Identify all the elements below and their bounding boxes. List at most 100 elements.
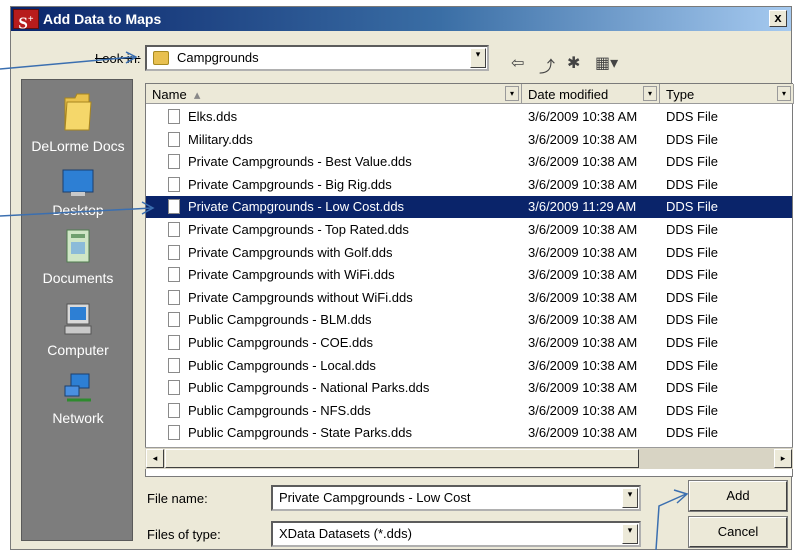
file-row[interactable]: Public Campgrounds - COE.dds 3/6/2009 10:… xyxy=(146,332,792,354)
file-row[interactable]: Public Campgrounds - National Parks.dds 3… xyxy=(146,377,792,399)
file-date: 3/6/2009 10:38 AM xyxy=(528,289,638,305)
file-name-input[interactable]: Private Campgrounds - Low Cost ▾ xyxy=(271,485,641,511)
folder-icon xyxy=(64,93,92,131)
place-documents[interactable]: Documents xyxy=(22,226,134,286)
file-name-label: File name: xyxy=(147,491,208,506)
place-desktop[interactable]: Desktop xyxy=(22,168,134,218)
column-header-name[interactable]: Name ▴ ▾ xyxy=(146,84,522,104)
file-icon xyxy=(168,222,180,237)
file-row[interactable]: Private Campgrounds with Golf.dds 3/6/200… xyxy=(146,242,792,264)
sort-ascending-icon: ▴ xyxy=(193,87,201,102)
file-row[interactable]: Public Campgrounds - NFS.dds 3/6/2009 10:… xyxy=(146,400,792,422)
file-icon xyxy=(168,357,180,373)
file-row[interactable]: Elks.dds 3/6/2009 10:38 AM DDS File xyxy=(146,106,792,128)
file-name: Private Campgrounds without WiFi.dds xyxy=(188,289,413,305)
views-menu-icon[interactable]: ▦▾ xyxy=(595,53,618,73)
folder-icon xyxy=(153,51,169,65)
chevron-down-icon[interactable]: ▾ xyxy=(622,488,638,508)
file-row[interactable]: Private Campgrounds with WiFi.dds 3/6/200… xyxy=(146,264,792,286)
file-row[interactable]: Private Campgrounds - Big Rig.dds 3/6/200… xyxy=(146,174,792,196)
file-type: DDS File xyxy=(666,154,719,170)
place-network[interactable]: Network xyxy=(22,372,134,426)
places-bar: DeLorme Docs Desktop Documents Computer … xyxy=(21,79,133,541)
scroll-thumb[interactable] xyxy=(165,449,639,468)
place-delorme-docs[interactable]: DeLorme Docs xyxy=(22,90,134,154)
cancel-button[interactable]: Cancel xyxy=(688,516,788,548)
computer-icon xyxy=(64,303,92,335)
file-type: DDS File xyxy=(666,109,719,124)
add-button[interactable]: Add xyxy=(688,480,788,512)
file-icon xyxy=(168,380,180,396)
file-row[interactable]: Military.dds 3/6/2009 10:38 AM DDS File xyxy=(146,129,792,151)
file-type: DDS File xyxy=(666,244,719,260)
file-type: DDS File xyxy=(666,289,719,305)
file-date: 3/6/2009 10:38 AM xyxy=(528,425,638,441)
file-icon xyxy=(168,312,180,328)
file-name: Private Campgrounds with Golf.dds xyxy=(188,244,393,260)
file-type: DDS File xyxy=(666,402,719,418)
file-type: DDS File xyxy=(666,425,719,441)
back-icon[interactable]: ⇦ xyxy=(511,53,524,73)
file-type-label: Files of type: xyxy=(147,527,221,542)
file-list[interactable]: Name ▴ ▾ Date modified ▾ Type ▾ Elks.dds… xyxy=(145,83,794,477)
chevron-down-icon[interactable]: ▾ xyxy=(643,86,657,101)
file-icon xyxy=(168,425,180,441)
look-in-value: Campgrounds xyxy=(177,50,259,65)
file-date: 3/6/2009 10:38 AM xyxy=(528,131,638,147)
scroll-right-button[interactable]: ▸ xyxy=(774,449,792,468)
file-row[interactable]: Private Campgrounds - Top Rated.dds 3/6/2… xyxy=(146,219,792,241)
file-date: 3/6/2009 10:38 AM xyxy=(528,109,638,124)
up-folder-icon[interactable]: ⤴ xyxy=(539,53,555,77)
horizontal-scrollbar[interactable]: ◂ ▸ xyxy=(145,447,793,469)
file-row[interactable]: Private Campgrounds without WiFi.dds 3/6/… xyxy=(146,287,792,309)
file-name: Public Campgrounds - State Parks.dds xyxy=(188,425,412,441)
file-date: 3/6/2009 10:38 AM xyxy=(528,335,638,350)
file-type: DDS File xyxy=(666,176,719,192)
chevron-down-icon[interactable]: ▾ xyxy=(622,524,638,544)
file-name: Elks.dds xyxy=(188,109,238,124)
look-in-label: Look in: xyxy=(95,51,141,66)
chevron-down-icon[interactable]: ▾ xyxy=(470,48,486,68)
file-icon xyxy=(168,154,180,170)
file-name: Military.dds xyxy=(188,131,253,147)
file-icon xyxy=(168,199,180,215)
file-row[interactable]: Private Campgrounds - Best Value.dds 3/6/… xyxy=(146,151,792,173)
file-name: Public Campgrounds - COE.dds xyxy=(188,335,373,350)
file-date: 3/6/2009 10:38 AM xyxy=(528,312,638,328)
close-button[interactable]: x xyxy=(769,10,787,27)
file-date: 3/6/2009 10:38 AM xyxy=(528,380,638,396)
file-name: Private Campgrounds - Low Cost.dds xyxy=(188,199,405,215)
file-name: Private Campgrounds with WiFi.dds xyxy=(188,267,395,283)
column-header-type[interactable]: Type ▾ xyxy=(660,84,794,104)
column-header-date[interactable]: Date modified ▾ xyxy=(522,84,660,104)
file-name: Public Campgrounds - NFS.dds xyxy=(188,402,371,418)
file-row[interactable]: Public Campgrounds - BLM.dds 3/6/2009 10:… xyxy=(146,309,792,331)
file-row[interactable]: Public Campgrounds - State Parks.dds 3/6/… xyxy=(146,422,792,444)
documents-icon xyxy=(66,229,90,263)
chevron-down-icon[interactable]: ▾ xyxy=(777,86,791,101)
file-name: Public Campgrounds - National Parks.dds xyxy=(188,380,430,396)
look-in-combo[interactable]: Campgrounds ▾ xyxy=(145,45,489,71)
scroll-left-button[interactable]: ◂ xyxy=(146,449,164,468)
file-icon xyxy=(168,289,180,305)
file-type: DDS File xyxy=(666,357,719,373)
file-date: 3/6/2009 10:38 AM xyxy=(528,176,638,192)
file-name: Private Campgrounds - Top Rated.dds xyxy=(188,222,409,237)
desktop-icon xyxy=(62,169,94,196)
place-computer[interactable]: Computer xyxy=(22,302,134,358)
file-type: DDS File xyxy=(666,267,719,283)
file-icon xyxy=(168,109,180,124)
file-date: 3/6/2009 10:38 AM xyxy=(528,222,638,237)
file-name: Private Campgrounds - Best Value.dds xyxy=(188,154,412,170)
file-icon xyxy=(168,131,180,147)
title-bar[interactable]: S+ Add Data to Maps x xyxy=(11,7,791,33)
chevron-down-icon[interactable]: ▾ xyxy=(505,86,519,101)
file-name: Public Campgrounds - Local.dds xyxy=(188,357,376,373)
new-folder-icon[interactable]: ✱ xyxy=(567,53,580,73)
file-row[interactable]: Public Campgrounds - Local.dds 3/6/2009 1… xyxy=(146,355,792,377)
file-row[interactable]: Private Campgrounds - Low Cost.dds 3/6/20… xyxy=(146,196,792,219)
add-data-dialog: S+ Add Data to Maps x Look in: Campgroun… xyxy=(10,6,794,550)
file-type-select[interactable]: XData Datasets (*.dds) ▾ xyxy=(271,521,641,547)
file-type: DDS File xyxy=(666,380,719,396)
file-date: 3/6/2009 10:38 AM xyxy=(528,267,638,283)
